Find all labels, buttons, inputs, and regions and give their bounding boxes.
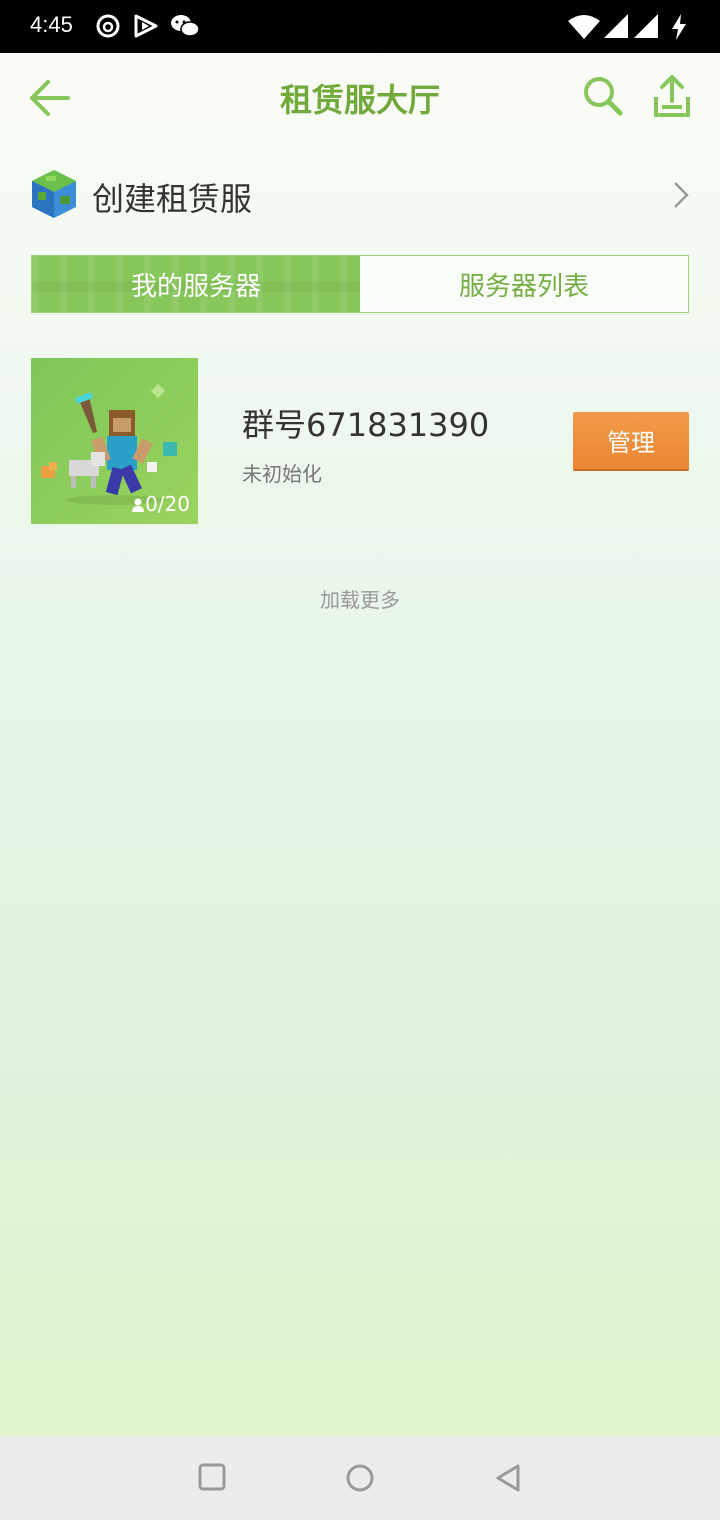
upload-button[interactable] xyxy=(652,75,692,119)
wechat-icon xyxy=(171,15,200,37)
back-triangle-icon[interactable] xyxy=(494,1462,522,1494)
create-server-label: 创建租赁服 xyxy=(92,180,253,218)
server-tabs: 我的服务器 服务器列表 xyxy=(31,255,689,313)
player-count: 0/20 xyxy=(131,492,190,516)
person-icon xyxy=(132,498,145,512)
status-bar: 4:45 xyxy=(0,0,720,53)
netease-music-icon xyxy=(96,14,120,38)
charging-icon xyxy=(672,14,686,40)
search-icon xyxy=(584,77,623,116)
signal-icon-2 xyxy=(634,14,658,38)
globe-block-icon xyxy=(32,170,76,218)
tab-my-servers[interactable]: 我的服务器 xyxy=(32,256,360,312)
upload-icon xyxy=(654,75,690,117)
server-thumbnail: 0/20 xyxy=(31,358,198,524)
wifi-icon xyxy=(568,15,600,39)
status-time: 4:45 xyxy=(30,12,73,37)
chevron-right-icon xyxy=(674,182,689,208)
server-status: 未初始化 xyxy=(242,462,322,486)
server-list-item[interactable]: 0/20 群号671831390 未初始化 管理 xyxy=(31,358,689,524)
load-more-link[interactable]: 加载更多 xyxy=(0,584,720,613)
system-nav-bar xyxy=(0,1436,720,1520)
home-circle-icon[interactable] xyxy=(344,1462,376,1494)
server-name: 群号671831390 xyxy=(242,406,490,444)
create-server-row[interactable]: 创建租赁服 xyxy=(0,162,720,232)
video-app-icon xyxy=(134,14,158,38)
app-header: 租赁服大厅 xyxy=(0,53,720,143)
manage-button[interactable]: 管理 xyxy=(573,412,689,469)
player-count-text: 0/20 xyxy=(145,492,190,516)
recents-square-icon[interactable] xyxy=(198,1462,226,1492)
search-button[interactable] xyxy=(582,75,624,117)
tab-server-list[interactable]: 服务器列表 xyxy=(360,256,688,312)
signal-icon xyxy=(604,14,628,38)
